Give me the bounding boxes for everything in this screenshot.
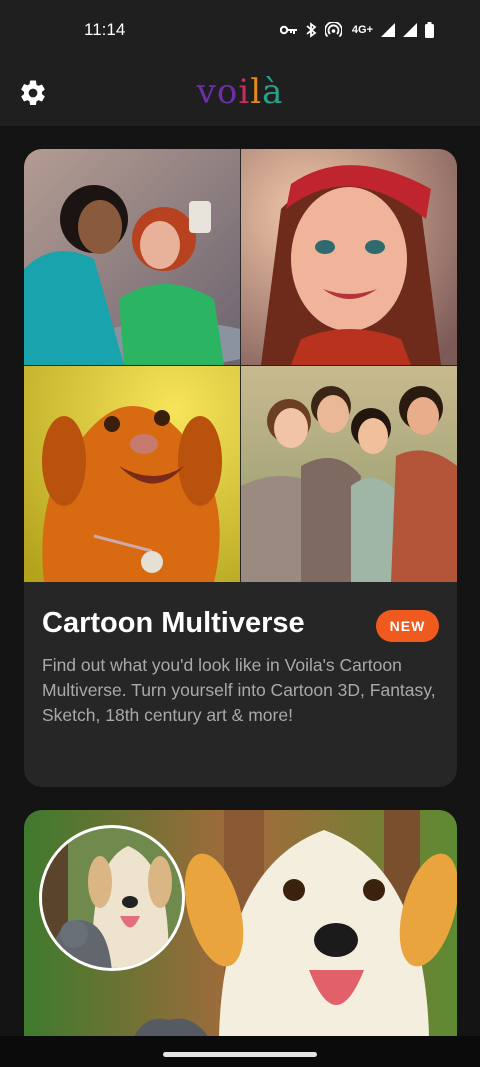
new-badge: NEW	[376, 610, 439, 642]
hotspot-icon	[324, 22, 342, 38]
photo-inset-dog-and-cat	[39, 825, 185, 971]
card-title: Cartoon Multiverse	[42, 607, 305, 639]
navigation-bar	[0, 1036, 480, 1067]
hd-signal-icon	[403, 23, 417, 37]
network-type: 4G+	[351, 24, 373, 36]
cartoon-image-woman-bandana	[241, 149, 457, 365]
feed[interactable]: Cartoon Multiverse NEW Find out what you…	[0, 126, 480, 1036]
signal-icon	[381, 23, 395, 37]
status-icons: 4G+	[279, 22, 434, 38]
status-bar: 11:14 4G+	[0, 0, 480, 62]
logo-part: vo	[196, 72, 239, 112]
cartoon-image-two-women	[24, 149, 240, 365]
status-time: 11:14	[84, 20, 126, 39]
cartoon-image-family	[241, 366, 457, 582]
feature-card-pet[interactable]	[24, 810, 457, 1036]
feature-card-cartoon-multiverse[interactable]: Cartoon Multiverse NEW Find out what you…	[24, 149, 457, 787]
image-grid	[24, 149, 457, 582]
app-header: voilà	[0, 62, 480, 126]
app-logo: voilà	[0, 72, 480, 112]
logo-part: à	[262, 72, 284, 112]
logo-part: i	[238, 72, 251, 112]
home-indicator[interactable]	[163, 1052, 317, 1057]
battery-icon	[425, 22, 434, 38]
bluetooth-icon	[306, 22, 317, 38]
cartoon-image-golden-dog	[24, 366, 240, 582]
key-icon	[279, 25, 297, 35]
card-description: Find out what you'd look like in Voila's…	[42, 655, 436, 725]
logo-part: l	[250, 72, 263, 112]
